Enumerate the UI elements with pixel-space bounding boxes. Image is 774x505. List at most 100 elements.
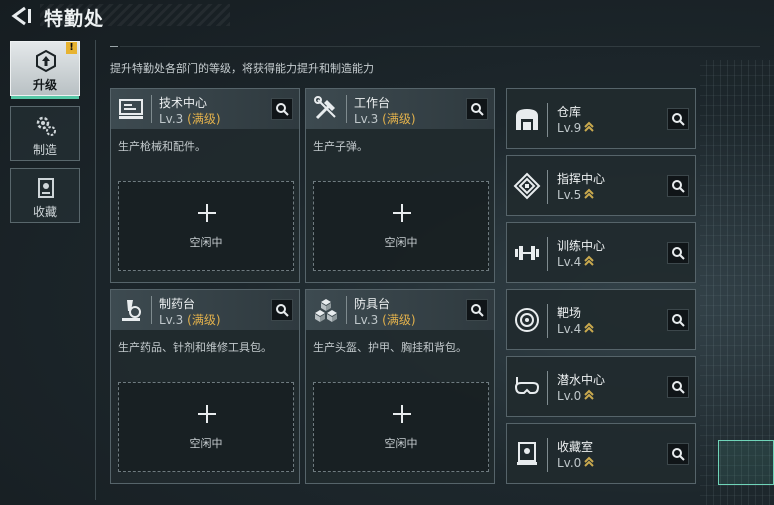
upgrade-chevron-icon (584, 322, 595, 333)
card-header: 工作台 Lv.3 (满级) (306, 89, 494, 129)
nav-collection[interactable]: 收藏 (10, 168, 80, 223)
facility-level: Lv.4 (557, 255, 595, 269)
inspect-button[interactable] (271, 98, 293, 120)
card-divider (547, 170, 548, 204)
card-description: 生产头盔、护甲、胸挂和背包。 (313, 341, 467, 354)
diving-mask-icon (514, 377, 540, 394)
upgrade-chevron-icon (584, 389, 595, 400)
idle-slot[interactable]: 空闲中 (118, 181, 294, 271)
upgrade-chevron-icon (584, 456, 595, 467)
inspect-button[interactable] (667, 443, 689, 465)
idle-slot[interactable]: 空闲中 (313, 181, 489, 271)
inspect-button[interactable] (466, 299, 488, 321)
card-divider (547, 371, 548, 405)
upgrade-chevron-icon (584, 121, 595, 132)
target-icon (515, 308, 539, 332)
facility-card-tech-center[interactable]: 技术中心 Lv.3 (满级) 生产枪械和配件。 空闲中 (110, 88, 300, 283)
card-level: Lv.3 (满级) (159, 110, 221, 127)
command-icon (513, 172, 541, 200)
inspect-button[interactable] (667, 242, 689, 264)
search-icon (672, 180, 685, 193)
subtitle-rule (120, 46, 760, 47)
microscope-icon (122, 300, 141, 321)
page-subtitle: 提升特勤处各部门的等级，将获得能力提升和制造能力 (110, 62, 374, 75)
tools-icon (314, 96, 336, 120)
level-value: Lv.0 (557, 389, 582, 403)
facility-card-armory[interactable]: 防具台 Lv.3 (满级) 生产头盔、护甲、胸挂和背包。 空闲中 (305, 289, 495, 484)
display-case-icon (517, 442, 537, 465)
back-arrow-icon[interactable] (10, 6, 32, 26)
nav-collection-label: 收藏 (32, 205, 57, 219)
warehouse-icon (516, 109, 538, 130)
level-value: Lv.5 (557, 188, 582, 202)
page-title: 特勤处 (44, 8, 105, 30)
level-value: Lv.3 (159, 112, 184, 126)
inspect-button[interactable] (667, 175, 689, 197)
facility-name: 训练中心 (557, 239, 606, 253)
card-level: Lv.3 (满级) (159, 311, 221, 328)
max-level-tag: (满级) (187, 313, 221, 327)
nav-manufacture-label: 制造 (32, 143, 57, 157)
facility-level: Lv.0 (557, 389, 595, 403)
idle-slot[interactable]: 空闲中 (313, 382, 489, 472)
card-title: 防具台 (354, 297, 391, 311)
facility-diving-center[interactable]: 潜水中心 Lv.0 (506, 356, 696, 417)
plus-icon (393, 204, 411, 222)
search-icon (471, 103, 484, 116)
card-header: 技术中心 Lv.3 (满级) (111, 89, 299, 129)
idle-slot[interactable]: 空闲中 (118, 382, 294, 472)
facility-command-center[interactable]: 指挥中心 Lv.5 (506, 155, 696, 216)
facility-card-workbench[interactable]: 工作台 Lv.3 (满级) 生产子弹。 空闲中 (305, 88, 495, 283)
card-description: 生产子弹。 (313, 140, 368, 153)
search-icon (672, 448, 685, 461)
max-level-tag: (满级) (187, 112, 221, 126)
inspect-button[interactable] (271, 299, 293, 321)
search-icon (276, 304, 289, 317)
facility-collection-room[interactable]: 收藏室 Lv.0 (506, 423, 696, 484)
plus-icon (198, 204, 216, 222)
inspect-button[interactable] (667, 376, 689, 398)
level-value: Lv.9 (557, 121, 582, 135)
nav-divider (95, 40, 96, 500)
card-divider (547, 304, 548, 338)
nav-upgrade[interactable]: 升级 ! (10, 41, 80, 99)
inspect-button[interactable] (667, 108, 689, 130)
slot-status: 空闲中 (384, 236, 418, 249)
search-icon (672, 314, 685, 327)
card-divider (547, 438, 548, 472)
card-header: 制药台 Lv.3 (满级) (111, 290, 299, 330)
slot-status: 空闲中 (189, 437, 223, 450)
facility-card-pharmacy[interactable]: 制药台 Lv.3 (满级) 生产药品、针剂和维修工具包。 空闲中 (110, 289, 300, 484)
level-value: Lv.0 (557, 456, 582, 470)
plus-icon (393, 405, 411, 423)
boxes-icon (315, 299, 337, 322)
search-icon (276, 103, 289, 116)
facility-training-center[interactable]: 训练中心 Lv.4 (506, 222, 696, 283)
inspect-button[interactable] (466, 98, 488, 120)
facility-name: 靶场 (557, 306, 582, 320)
max-level-tag: (满级) (382, 313, 416, 327)
card-divider (547, 237, 548, 271)
facility-warehouse[interactable]: 仓库 Lv.9 (506, 88, 696, 149)
plus-icon (198, 405, 216, 423)
search-icon (672, 247, 685, 260)
facility-level: Lv.5 (557, 188, 595, 202)
card-divider (346, 296, 347, 324)
gears-icon (36, 116, 56, 136)
card-level: Lv.3 (满级) (354, 311, 416, 328)
search-icon (471, 304, 484, 317)
search-icon (672, 381, 685, 394)
subtitle-tick (110, 46, 118, 47)
card-divider (151, 95, 152, 123)
card-divider (547, 103, 548, 137)
facility-shooting-range[interactable]: 靶场 Lv.4 (506, 289, 696, 350)
search-icon (672, 113, 685, 126)
alert-badge: ! (66, 42, 77, 54)
inspect-button[interactable] (667, 309, 689, 331)
facility-name: 收藏室 (557, 440, 594, 454)
nav-manufacture[interactable]: 制造 (10, 106, 80, 161)
level-value: Lv.4 (557, 255, 582, 269)
card-title: 技术中心 (159, 96, 208, 110)
background-glow-panel (718, 440, 774, 485)
card-description: 生产枪械和配件。 (118, 140, 206, 153)
